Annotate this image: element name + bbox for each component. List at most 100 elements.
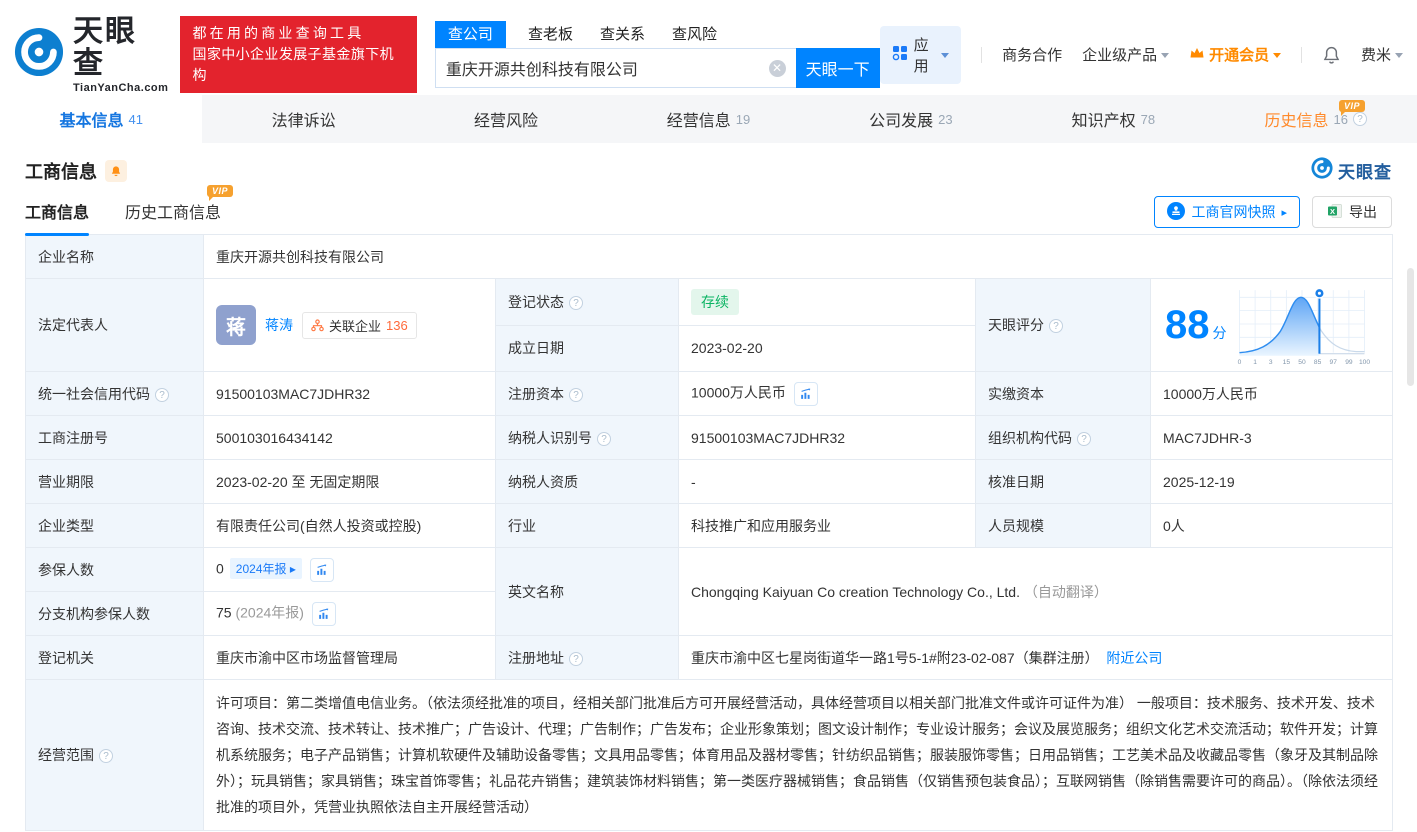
subtab-business-info[interactable]: 工商信息 xyxy=(25,199,90,236)
chevron-down-icon xyxy=(1273,52,1282,62)
approval-date-value: 2025-12-19 xyxy=(1149,459,1394,504)
annual-report-badge[interactable]: 2024年报 ▸ xyxy=(229,558,302,580)
promo-line2: 国家中小企业发展子基金旗下机构 xyxy=(192,46,395,83)
help-icon[interactable]: ? xyxy=(1049,319,1063,333)
subscribe-bell-icon[interactable] xyxy=(105,159,127,182)
help-icon[interactable]: ? xyxy=(99,749,113,763)
tab-basic-info[interactable]: 基本信息 41 xyxy=(0,95,203,143)
reg-number-label: 工商注册号 xyxy=(25,415,204,460)
tianyancha-logo-icon xyxy=(14,27,64,82)
logo-title: 天眼查 xyxy=(73,14,137,80)
tab-label: 经营信息 xyxy=(666,113,731,130)
menu-vip[interactable]: 开通会员 xyxy=(1189,44,1282,65)
search-box: ✕ 天眼一下 xyxy=(434,48,880,88)
staff-size-label: 人员规模 xyxy=(975,503,1151,548)
trend-chart-icon[interactable] xyxy=(793,381,818,406)
menu-cooperation[interactable]: 商务合作 xyxy=(1002,44,1062,65)
tab-legal-litigation[interactable]: 法律诉讼 xyxy=(202,95,404,143)
vip-badge: VIP xyxy=(207,184,234,201)
search-tab-company[interactable]: 查公司 xyxy=(434,21,506,48)
staff-size-value: 0人 xyxy=(1149,503,1394,548)
credit-code-value: 91500103MAC7JDHR32 xyxy=(203,371,496,416)
org-network-icon xyxy=(311,318,324,331)
help-icon[interactable]: ? xyxy=(569,651,583,666)
help-icon[interactable]: ? xyxy=(569,387,583,402)
tab-label: 历史信息 xyxy=(1264,113,1329,130)
subtab-history-business-info[interactable]: VIP 历史工商信息 xyxy=(125,184,234,236)
divider xyxy=(1301,46,1302,63)
chevron-down-icon xyxy=(1395,52,1403,62)
tianyancha-logo[interactable]: 天眼查 TianYanCha.com xyxy=(14,14,168,94)
chevron-down-icon xyxy=(941,52,950,62)
reg-status-value: 存续 xyxy=(678,278,976,326)
help-icon[interactable]: ? xyxy=(1352,112,1367,126)
tab-intellectual-property[interactable]: 知识产权 78 xyxy=(1012,95,1214,143)
reg-number-value: 500103016434142 xyxy=(203,415,496,460)
trend-chart-icon[interactable] xyxy=(311,601,336,626)
svg-text:50: 50 xyxy=(1298,359,1306,366)
search-tab-risk[interactable]: 查风险 xyxy=(672,21,717,48)
menu-enterprise[interactable]: 企业级产品 xyxy=(1082,44,1170,65)
table-row: 企业名称 重庆开源共创科技有限公司 xyxy=(25,234,1394,279)
tianyancha-company-page: 天眼查 TianYanCha.com 都在用的商业查询工具 国家中小企业发展子基… xyxy=(0,0,1417,832)
insured-count-label: 参保人数 xyxy=(25,547,204,592)
vip-label: 开通会员 xyxy=(1209,47,1270,64)
stamp-icon xyxy=(1167,201,1186,223)
official-snapshot-button[interactable]: 工商官网快照 ▸ xyxy=(1154,196,1300,228)
tab-operating-risk[interactable]: 经营风险 xyxy=(405,95,607,143)
export-button[interactable]: X 导出 xyxy=(1312,196,1392,228)
tab-operating-info[interactable]: 经营信息 19 xyxy=(607,95,809,143)
legal-rep-link[interactable]: 蒋涛 xyxy=(265,315,293,335)
search-tabs: 查公司 查老板 查关系 查风险 xyxy=(434,21,880,48)
main-nav-tabs: 基本信息 41 法律诉讼 经营风险 经营信息 19 公司发展 23 知识产权 7… xyxy=(0,95,1417,143)
tianyancha-mini-icon xyxy=(1311,157,1333,184)
help-icon[interactable]: ? xyxy=(597,431,611,446)
search-input[interactable] xyxy=(445,59,769,77)
snapshot-label: 工商官网快照 xyxy=(1191,204,1276,220)
search-tab-boss[interactable]: 查老板 xyxy=(528,21,573,48)
clear-icon[interactable]: ✕ xyxy=(768,59,786,77)
legal-rep-value: 蒋 蒋涛 关联企业 136 xyxy=(203,278,496,372)
svg-text:0: 0 xyxy=(1237,359,1241,366)
notification-bell[interactable] xyxy=(1322,46,1341,64)
apps-label: 应用 xyxy=(913,36,929,75)
reg-authority-label: 登记机关 xyxy=(25,635,204,680)
tab-label: 知识产权 xyxy=(1071,113,1136,130)
business-info-table: 企业名称 重庆开源共创科技有限公司 法定代表人 蒋 蒋涛 关联企业 136 登记… xyxy=(25,234,1394,831)
user-menu[interactable]: 费米 xyxy=(1361,44,1403,65)
company-type-label: 企业类型 xyxy=(25,503,204,548)
tab-label: 基本信息 xyxy=(59,113,124,130)
help-icon[interactable]: ? xyxy=(155,387,169,402)
related-companies-badge[interactable]: 关联企业 136 xyxy=(302,311,417,339)
auto-translate-note: （自动翻译） xyxy=(1023,583,1108,600)
tab-history-info[interactable]: VIP 历史信息 16 ? xyxy=(1215,95,1417,143)
scrollbar[interactable] xyxy=(1407,268,1414,386)
branch-insured-value: 75 (2024年报) xyxy=(203,591,496,636)
score-distribution-chart: 0 1 3 15 50 85 97 99 100 xyxy=(1237,287,1370,366)
avatar[interactable]: 蒋 xyxy=(216,305,256,345)
industry-label: 行业 xyxy=(495,503,679,548)
score-value: 88 分 0 1 3 15 50 85 97 99 100 xyxy=(1149,278,1394,372)
tab-company-development[interactable]: 公司发展 23 xyxy=(810,95,1012,143)
search-button[interactable]: 天眼一下 xyxy=(795,48,880,88)
chevron-down-icon xyxy=(1161,52,1170,62)
search-area: 查公司 查老板 查关系 查风险 ✕ 天眼一下 xyxy=(434,21,880,88)
help-icon[interactable]: ? xyxy=(1077,431,1091,446)
nearby-companies-link[interactable]: 附近公司 xyxy=(1106,650,1162,666)
username: 费米 xyxy=(1360,47,1391,64)
company-name-value: 重庆开源共创科技有限公司 xyxy=(202,234,1394,279)
top-menu: 应用 商务合作 企业级产品 开通会员 费米 xyxy=(879,25,1403,84)
related-label: 关联企业 xyxy=(329,318,382,334)
tab-count: 19 xyxy=(735,111,751,127)
apps-menu[interactable]: 应用 xyxy=(879,25,962,84)
related-count: 136 xyxy=(386,317,408,333)
company-type-value: 有限责任公司(自然人投资或控股) xyxy=(203,503,496,548)
branch-insured-label: 分支机构参保人数 xyxy=(25,591,204,636)
business-term-value: 2023-02-20 至 无固定期限 xyxy=(203,459,496,504)
search-tab-relation[interactable]: 查关系 xyxy=(600,21,645,48)
approval-date-label: 核准日期 xyxy=(975,459,1151,504)
svg-text:99: 99 xyxy=(1345,359,1353,366)
status-badge: 存续 xyxy=(691,288,739,315)
help-icon[interactable]: ? xyxy=(569,295,583,310)
trend-chart-icon[interactable] xyxy=(309,557,334,582)
